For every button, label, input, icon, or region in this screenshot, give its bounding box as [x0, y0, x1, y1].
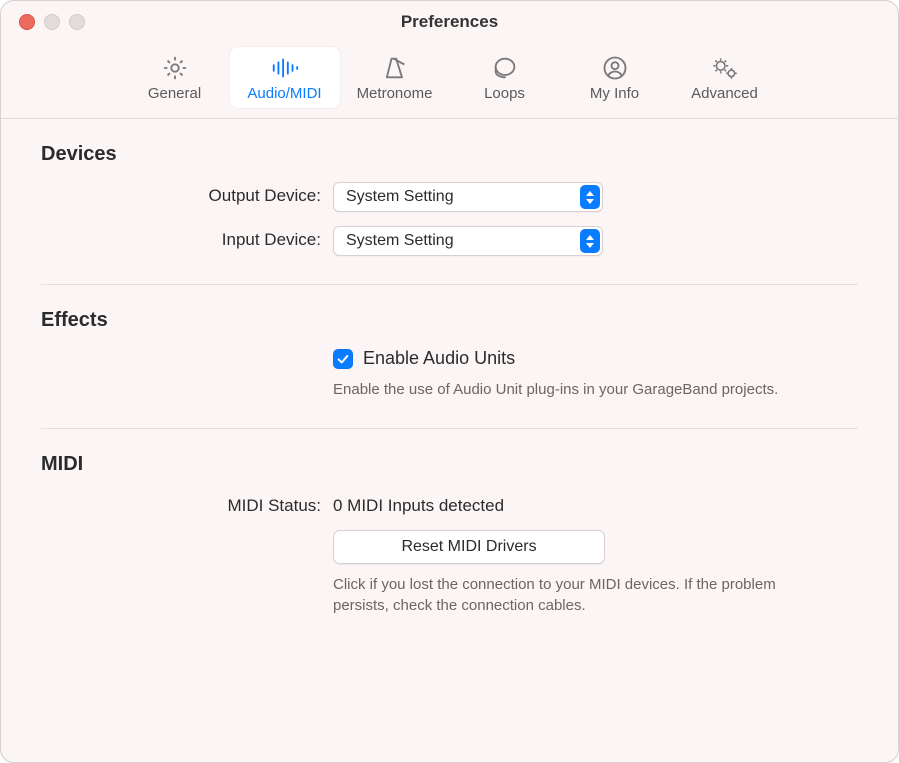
- midi-status-value: 0 MIDI Inputs detected: [333, 492, 858, 516]
- popup-arrows-icon: [580, 229, 600, 253]
- tab-label: General: [120, 85, 230, 102]
- preferences-toolbar: General Audio/MIDI: [1, 43, 898, 119]
- enable-audio-units-checkbox[interactable]: [333, 349, 353, 369]
- content-area: Devices Output Device: System Setting In…: [1, 119, 898, 644]
- output-device-value: System Setting: [346, 188, 454, 206]
- window-title: Preferences: [1, 12, 898, 32]
- tab-advanced[interactable]: Advanced: [670, 47, 780, 108]
- tab-general[interactable]: General: [120, 47, 230, 108]
- zoom-window-button[interactable]: [69, 14, 85, 30]
- tab-label: Metronome: [340, 85, 450, 102]
- input-device-value: System Setting: [346, 232, 454, 250]
- titlebar: Preferences: [1, 1, 898, 43]
- tab-audio-midi[interactable]: Audio/MIDI: [230, 47, 340, 108]
- midi-status-label: MIDI Status:: [41, 492, 333, 516]
- input-device-label: Input Device:: [41, 226, 333, 250]
- reset-midi-help: Click if you lost the connection to your…: [333, 574, 813, 616]
- tab-label: Advanced: [670, 85, 780, 102]
- reset-midi-drivers-label: Reset MIDI Drivers: [401, 538, 536, 556]
- tab-loops[interactable]: Loops: [450, 47, 560, 108]
- preferences-window: Preferences General: [0, 0, 899, 763]
- person-circle-icon: [560, 53, 670, 83]
- section-effects: Effects Enable Audio Units Enable the us…: [1, 285, 898, 428]
- section-title-midi: MIDI: [41, 453, 858, 476]
- section-devices: Devices Output Device: System Setting In…: [1, 119, 898, 284]
- reset-midi-drivers-button[interactable]: Reset MIDI Drivers: [333, 530, 605, 564]
- tab-metronome[interactable]: Metronome: [340, 47, 450, 108]
- output-device-popup[interactable]: System Setting: [333, 182, 603, 212]
- input-device-popup[interactable]: System Setting: [333, 226, 603, 256]
- gear-icon: [120, 53, 230, 83]
- row-output-device: Output Device: System Setting: [41, 182, 858, 212]
- tab-label: Audio/MIDI: [230, 85, 340, 102]
- window-controls: [19, 14, 85, 30]
- metronome-icon: [340, 53, 450, 83]
- section-title-effects: Effects: [41, 309, 858, 332]
- checkmark-icon: [336, 352, 350, 366]
- row-input-device: Input Device: System Setting: [41, 226, 858, 256]
- output-device-label: Output Device:: [41, 182, 333, 206]
- enable-audio-units-help: Enable the use of Audio Unit plug-ins in…: [333, 379, 813, 400]
- tab-label: Loops: [450, 85, 560, 102]
- minimize-window-button[interactable]: [44, 14, 60, 30]
- row-midi-status: MIDI Status: 0 MIDI Inputs detected Rese…: [41, 492, 858, 616]
- popup-arrows-icon: [580, 185, 600, 209]
- section-midi: MIDI MIDI Status: 0 MIDI Inputs detected…: [1, 429, 898, 644]
- tab-my-info[interactable]: My Info: [560, 47, 670, 108]
- gears-icon: [670, 53, 780, 83]
- close-window-button[interactable]: [19, 14, 35, 30]
- row-enable-au: Enable Audio Units Enable the use of Aud…: [41, 348, 858, 400]
- audio-waveform-icon: [230, 53, 340, 83]
- loop-icon: [450, 53, 560, 83]
- section-title-devices: Devices: [41, 143, 858, 166]
- tab-label: My Info: [560, 85, 670, 102]
- enable-audio-units-label: Enable Audio Units: [363, 348, 515, 369]
